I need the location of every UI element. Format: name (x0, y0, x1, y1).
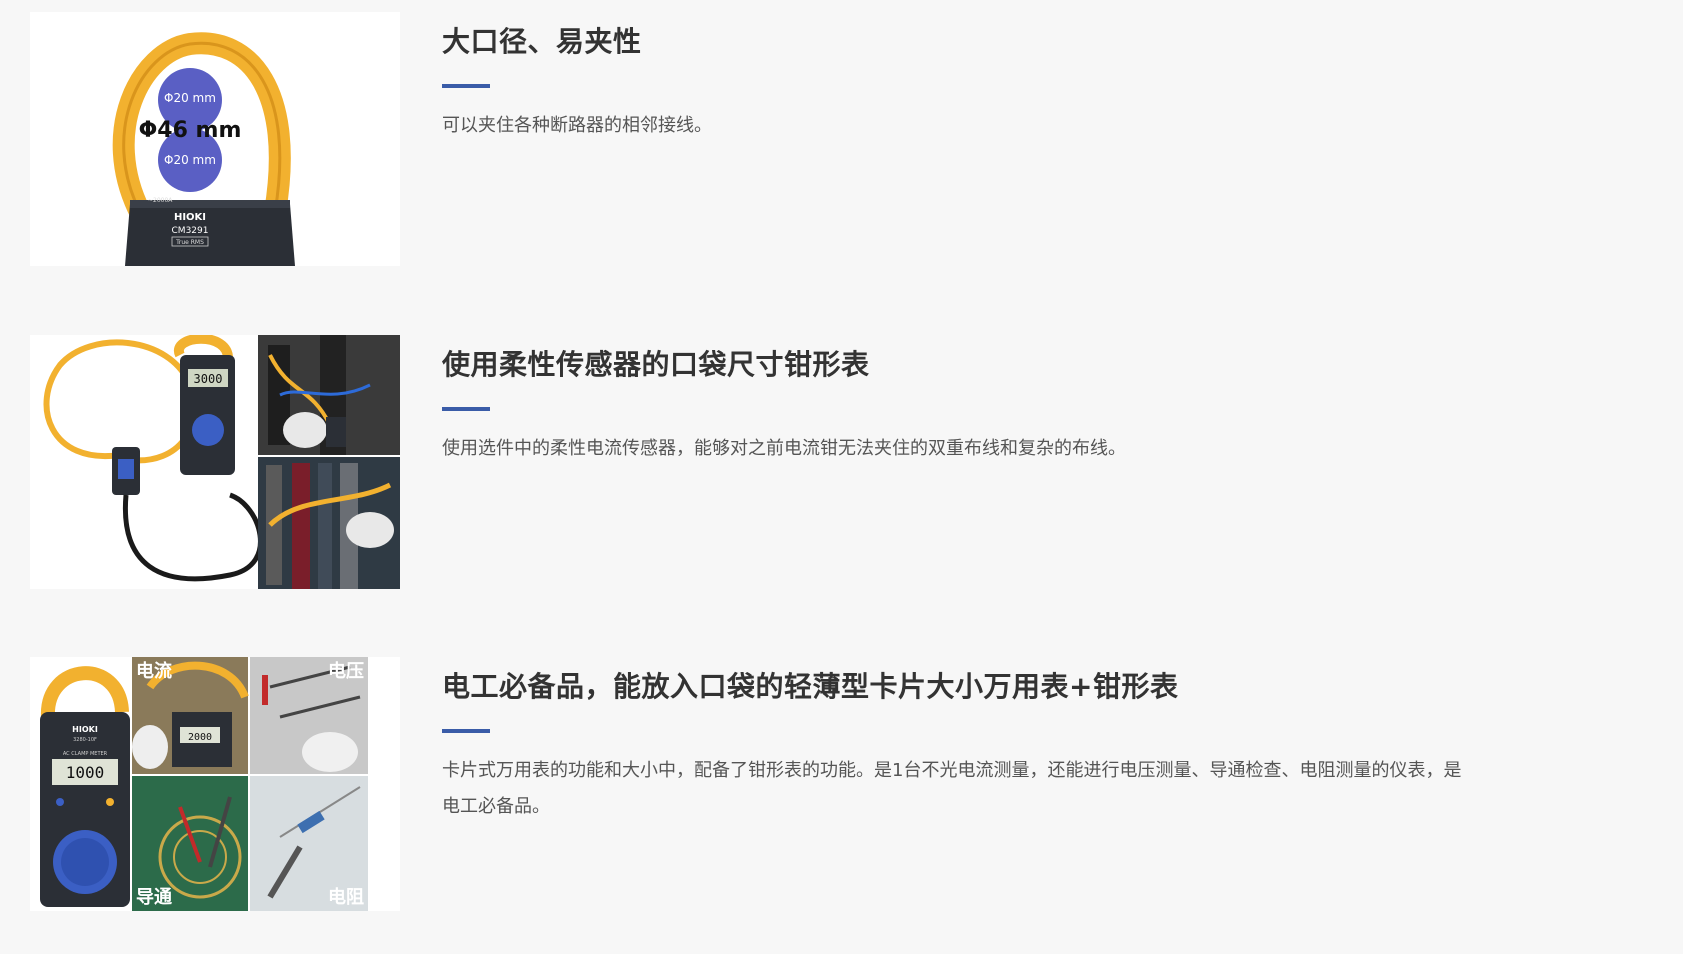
meter-display: 1000 (66, 763, 105, 782)
feature-title: 使用柔性传感器的口袋尺寸钳形表 (442, 348, 870, 381)
circle-label-top: Φ20 mm (164, 91, 216, 105)
feature-flexible-sensor: 3000 使用柔性传感器的口袋尺寸钳形表 使用选件中的柔性电流传感器，能够对之前… (30, 335, 1650, 589)
aperture-label: Φ46 mm (139, 118, 242, 143)
title-accent-bar (442, 729, 490, 733)
quad-label-current: 电流 (136, 660, 172, 682)
meter-model: 3280-10F (73, 737, 97, 743)
title-accent-bar (442, 407, 490, 411)
title-accent-bar (442, 84, 490, 88)
feature-image-card-multimeter: HIOKI 3280-10F AC CLAMP METER 1000 2000 … (30, 657, 400, 911)
feature-large-aperture: Φ20 mm Φ46 mm Φ20 mm HIOKI CM3291 True R… (30, 12, 1650, 266)
feature-title: 电工必备品，能放入口袋的轻薄型卡片大小万用表+钳形表 (442, 670, 1179, 703)
quad-label-voltage: 电压 (328, 660, 364, 682)
feature-description: 使用选件中的柔性电流传感器，能够对之前电流钳无法夹住的双重布线和复杂的布线。 (442, 438, 1126, 459)
sensor-meter-display: 3000 (194, 372, 223, 386)
feature-text: 大口径、易夹性 可以夹住各种断路器的相邻接线。 (442, 22, 1492, 162)
quad-label-resistance: 电阻 (328, 886, 364, 908)
feature-title: 大口径、易夹性 (442, 25, 642, 58)
feature-image-flexible-sensor: 3000 (30, 335, 400, 589)
feature-description: 可以夹住各种断路器的相邻接线。 (442, 115, 712, 136)
meter-brand: HIOKI (72, 725, 98, 734)
feature-description: 卡片式万用表的功能和大小中，配备了钳形表的功能。是1台不光电流测量，还能进行电压… (442, 760, 1462, 817)
quad-label-continuity: 导通 (136, 887, 172, 908)
brand-label: HIOKI (174, 212, 206, 223)
clamp-aperture-illustration: Φ20 mm Φ46 mm Φ20 mm HIOKI CM3291 True R… (30, 12, 400, 266)
feature-card-multimeter: HIOKI 3280-10F AC CLAMP METER 1000 2000 … (30, 657, 1650, 911)
card-multimeter-illustration: HIOKI 3280-10F AC CLAMP METER 1000 2000 … (30, 657, 400, 911)
circle-label-bottom: Φ20 mm (164, 153, 216, 167)
clamp-display: 2000 (188, 732, 212, 743)
flexible-sensor-illustration: 3000 (30, 335, 400, 589)
feature-image-clamp-aperture: Φ20 mm Φ46 mm Φ20 mm HIOKI CM3291 True R… (30, 12, 400, 266)
true-rms-badge: True RMS (175, 239, 204, 246)
range-label: ~2000A (148, 197, 173, 204)
model-label: CM3291 (172, 226, 209, 236)
feature-text: 使用柔性传感器的口袋尺寸钳形表 使用选件中的柔性电流传感器，能够对之前电流钳无法… (442, 345, 1492, 485)
feature-text: 电工必备品，能放入口袋的轻薄型卡片大小万用表+钳形表 卡片式万用表的功能和大小中… (442, 667, 1492, 843)
meter-caption: AC CLAMP METER (63, 751, 108, 757)
